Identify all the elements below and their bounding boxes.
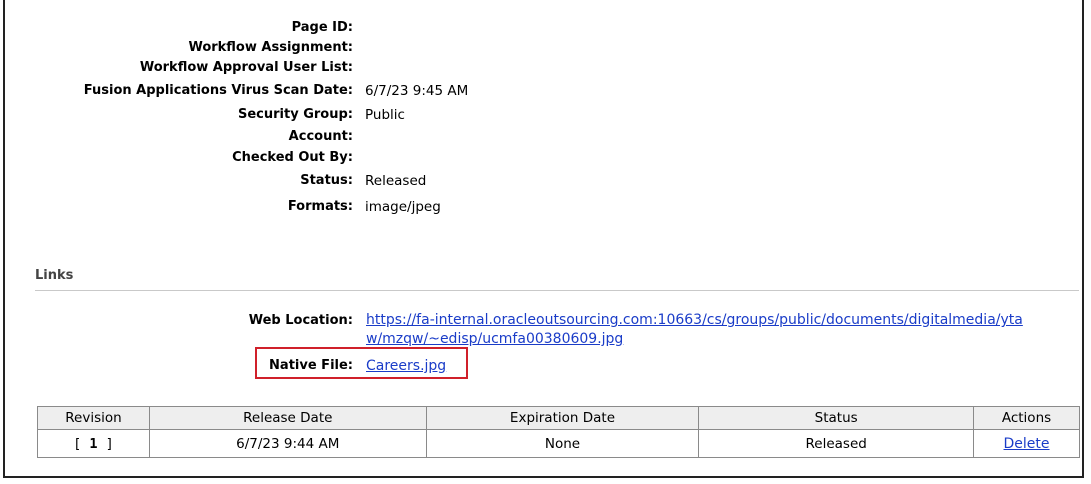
property-row-workflow-assignment: Workflow Assignment: — [5, 38, 1005, 58]
column-header-actions: Actions — [973, 406, 1080, 430]
column-header-release-date: Release Date — [148, 406, 427, 430]
actions-cell: Delete — [973, 429, 1080, 458]
web-location-row: Web Location: — [5, 311, 365, 331]
property-label: Workflow Approval User List: — [139, 60, 353, 75]
content-info-panel: Page ID: Workflow Assignment: Workflow A… — [3, 0, 1084, 478]
table-row: [ 1 ] 6/7/23 9:44 AM None Released Delet… — [37, 429, 1080, 458]
delete-link[interactable]: Delete — [1004, 436, 1050, 452]
property-label: Checked Out By: — [232, 150, 353, 165]
property-value: image/jpeg — [365, 199, 441, 215]
property-row-security-group: Security Group: Public — [5, 105, 1005, 125]
web-location-link[interactable]: https://fa-internal.oracleoutsourcing.co… — [366, 312, 1023, 347]
column-header-revision: Revision — [37, 406, 150, 430]
property-label: Security Group: — [238, 107, 353, 122]
revisions-table: Revision Release Date Expiration Date St… — [37, 406, 1080, 458]
property-row-formats: Formats: image/jpeg — [5, 197, 1005, 217]
property-label: Page ID: — [291, 20, 353, 35]
column-header-expiration-date: Expiration Date — [425, 406, 700, 430]
revision-cell: [ 1 ] — [37, 429, 150, 458]
release-date-cell: 6/7/23 9:44 AM — [148, 429, 427, 458]
native-file-highlight-box — [255, 347, 468, 379]
column-header-status: Status — [698, 406, 975, 430]
property-label: Account: — [288, 129, 353, 144]
property-label: Status: — [300, 173, 353, 188]
property-row-status: Status: Released — [5, 171, 1005, 191]
property-label: Formats: — [287, 199, 353, 214]
web-location-value: https://fa-internal.oracleoutsourcing.co… — [366, 311, 1026, 349]
property-row-page-id: Page ID: — [5, 18, 1005, 38]
property-row-workflow-approval-user-list: Workflow Approval User List: — [5, 58, 1005, 78]
property-row-virus-scan-date: Fusion Applications Virus Scan Date: 6/7… — [5, 81, 1005, 101]
links-section-title: Links — [35, 268, 74, 283]
web-location-label: Web Location: — [248, 313, 353, 328]
table-header-row: Revision Release Date Expiration Date St… — [37, 406, 1080, 430]
property-row-account: Account: — [5, 127, 1005, 147]
property-label: Fusion Applications Virus Scan Date: — [83, 83, 353, 98]
property-value: Public — [365, 107, 405, 123]
property-value: Released — [365, 173, 427, 189]
revision-number[interactable]: 1 — [89, 436, 97, 452]
property-label: Workflow Assignment: — [188, 40, 353, 55]
property-value: 6/7/23 9:45 AM — [365, 83, 469, 99]
section-divider — [35, 290, 1079, 291]
status-cell: Released — [698, 429, 975, 458]
property-row-checked-out-by: Checked Out By: — [5, 148, 1005, 168]
expiration-date-cell: None — [425, 429, 700, 458]
